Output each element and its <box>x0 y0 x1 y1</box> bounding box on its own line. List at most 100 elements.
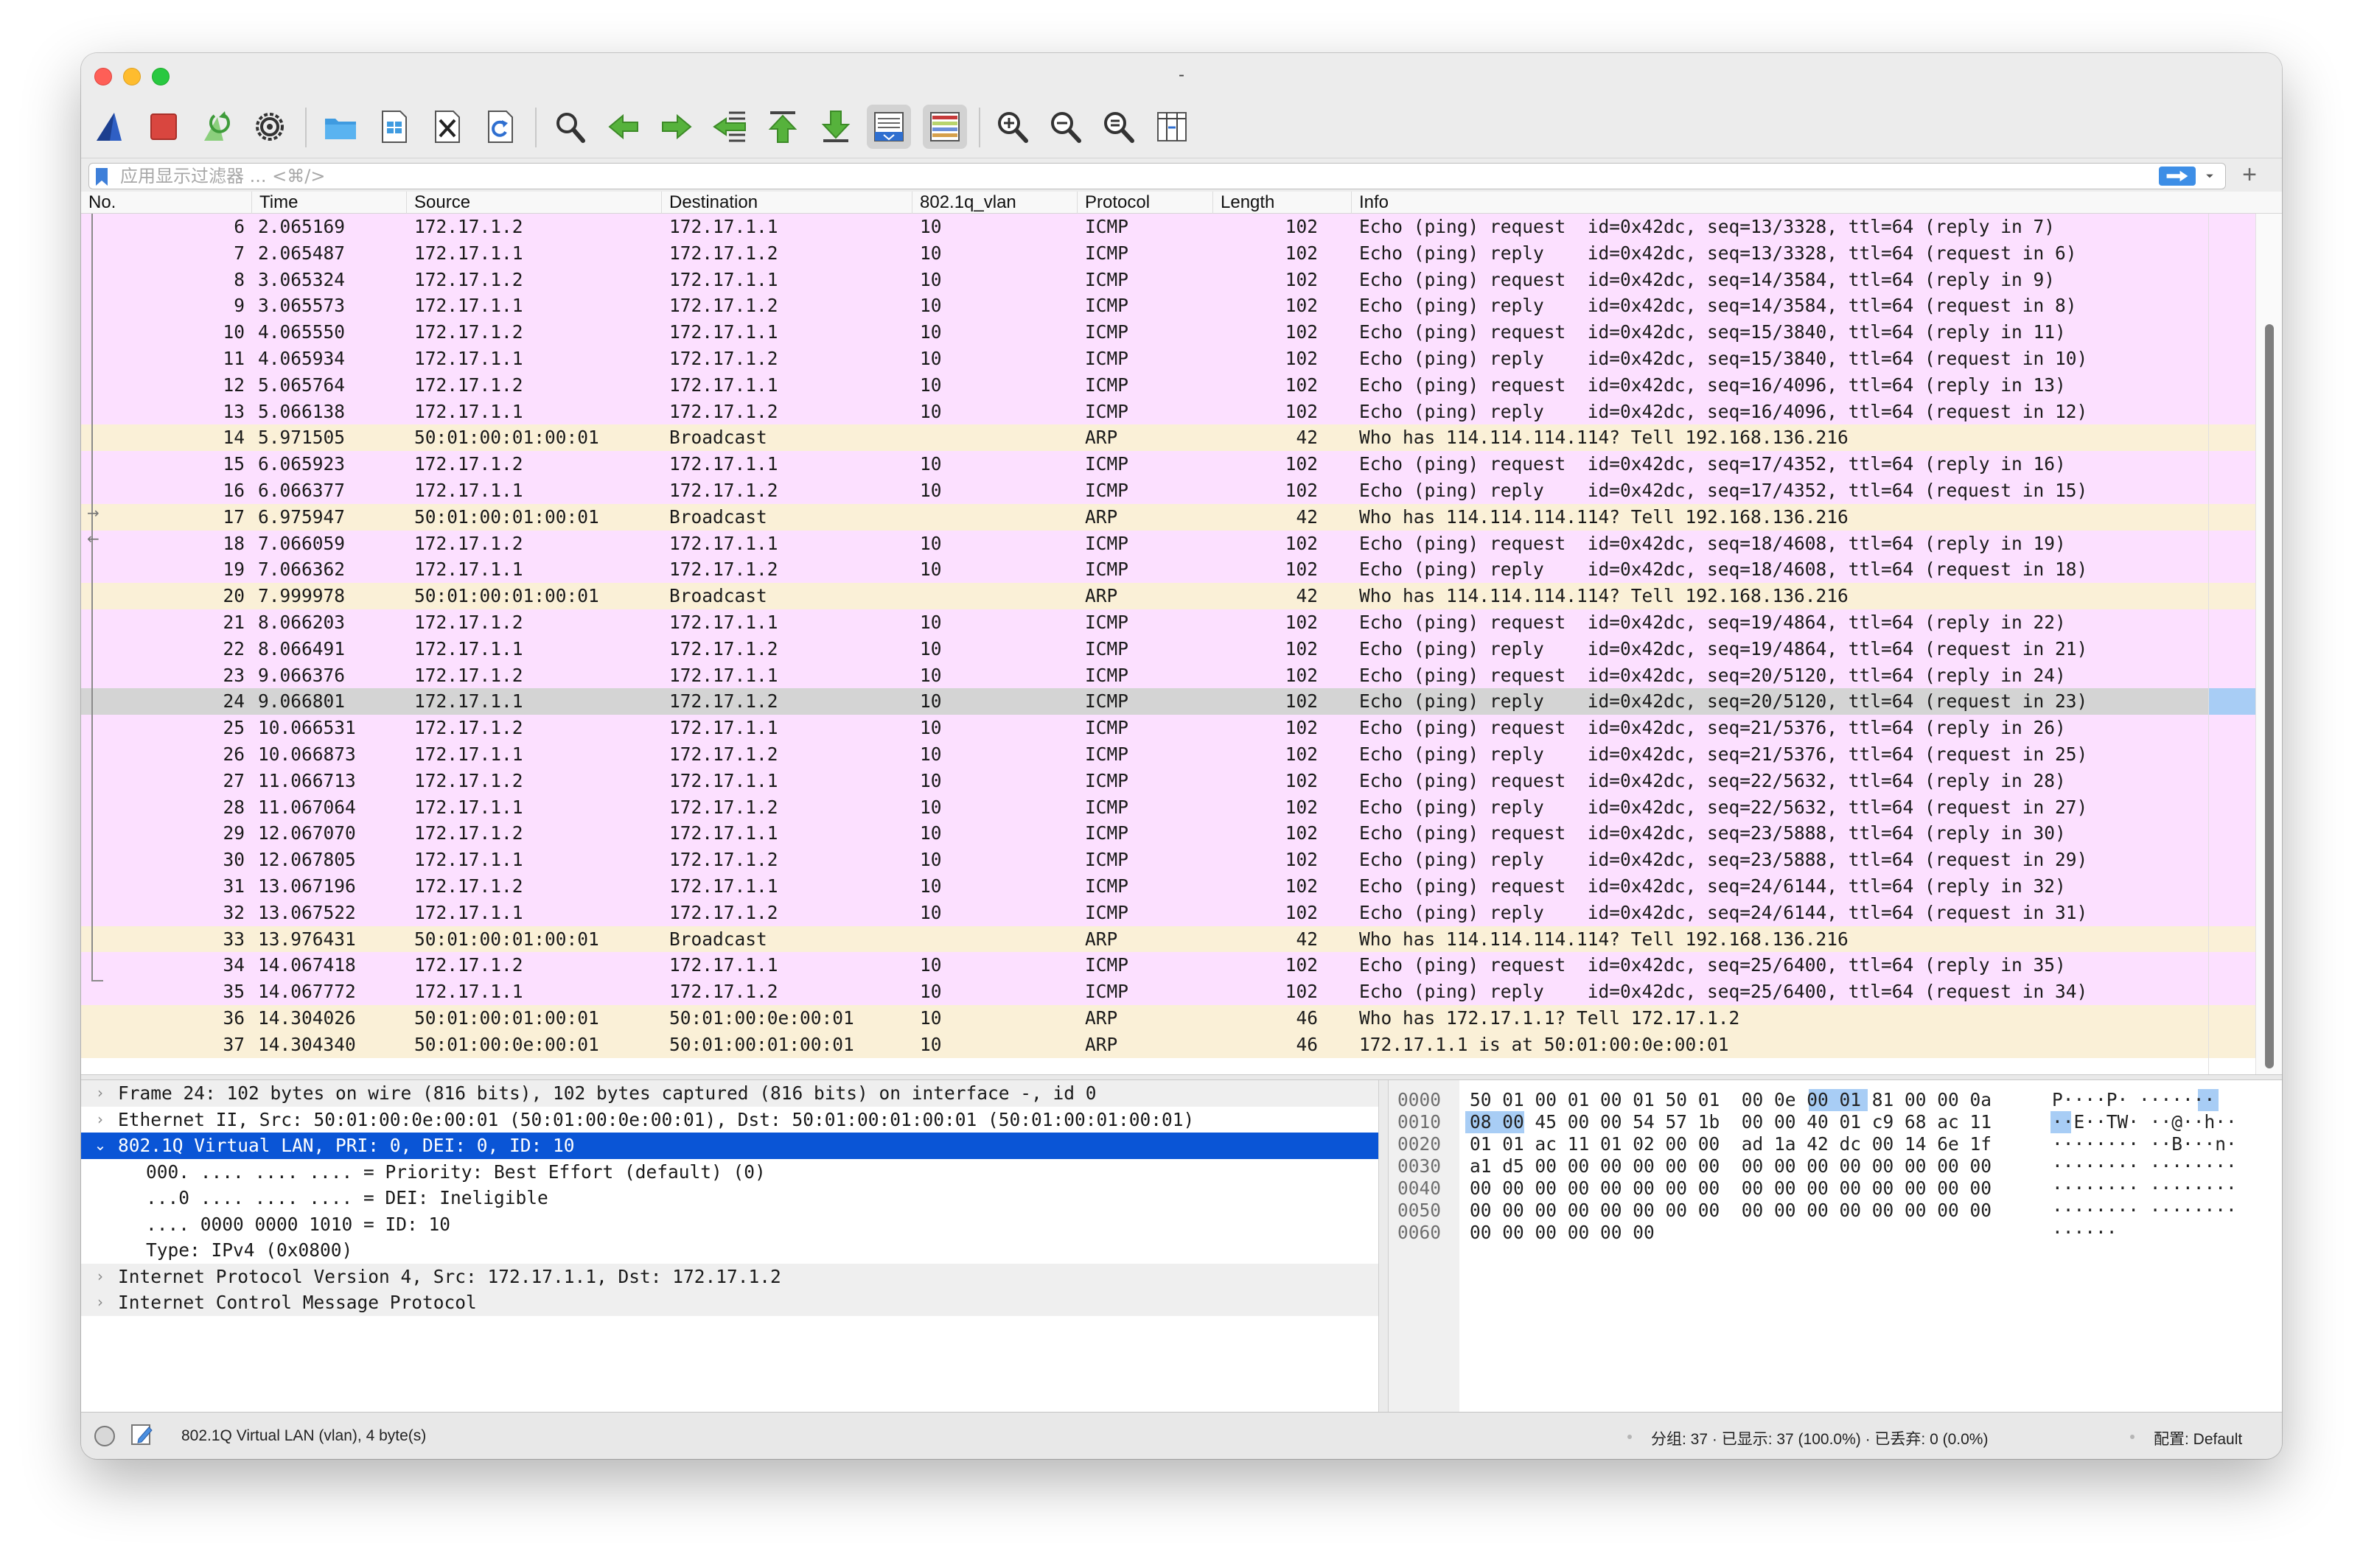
hex-bytes[interactable]: a1 d5 00 00 00 00 00 00 00 00 00 00 00 0… <box>1470 1155 1992 1177</box>
detail-field[interactable]: ...0 .... .... .... = DEI: Ineligible <box>81 1185 1378 1211</box>
colorize-icon[interactable] <box>923 105 967 149</box>
bookmark-icon[interactable] <box>94 167 110 186</box>
detail-field[interactable]: Type: IPv4 (0x0800) <box>81 1237 1378 1264</box>
ascii-bytes[interactable]: ······ <box>2052 1222 2118 1244</box>
add-filter-button-icon[interactable]: + <box>2235 160 2264 189</box>
packet-row[interactable]: 33 13.976431 50:01:00:01:00:01 Broadcast ARP… <box>81 925 2208 953</box>
chevron-right-icon[interactable]: › <box>91 1289 109 1316</box>
scrollbar-thumb[interactable] <box>2265 324 2274 1068</box>
packet-row[interactable]: 22 8.066491 172.17.1.1 172.17.1.2 10 ICMP 102 E… <box>81 635 2208 662</box>
pane-splitter-vertical[interactable] <box>1378 1080 1389 1412</box>
edit-comment-icon[interactable] <box>130 1423 153 1446</box>
apply-filter-button[interactable] <box>2159 167 2196 186</box>
packet-row[interactable]: 25 10.066531 172.17.1.2 172.17.1.1 10 ICMP 102… <box>81 715 2208 741</box>
ascii-bytes[interactable]: ··E··TW· ··@··h·· <box>2052 1111 2237 1133</box>
hex-bytes[interactable]: 00 00 00 00 00 00 00 00 00 00 00 00 00 0… <box>1470 1177 1992 1200</box>
packet-minimap[interactable] <box>2208 214 2256 1098</box>
column-header-protocol[interactable]: Protocol <box>1078 192 1213 214</box>
pane-splitter[interactable] <box>81 1074 2282 1080</box>
column-header-source[interactable]: Source <box>407 192 662 214</box>
packet-row[interactable]: 8 3.065324 172.17.1.2 172.17.1.1 10 ICMP 102 Ec… <box>81 266 2208 293</box>
packet-row[interactable]: 30 12.067805 172.17.1.1 172.17.1.2 10 ICMP 102… <box>81 847 2208 873</box>
packet-row[interactable]: 18 7.066059 172.17.1.2 172.17.1.1 10 ICMP 102 E… <box>81 530 2208 557</box>
chevron-right-icon[interactable]: › <box>91 1107 109 1133</box>
packet-row[interactable]: 32 13.067522 172.17.1.1 172.17.1.2 10 ICMP 102… <box>81 899 2208 926</box>
packet-row[interactable]: 7 2.065487 172.17.1.1 172.17.1.2 10 ICMP 102 Ec… <box>81 239 2208 267</box>
packet-row[interactable]: 9 3.065573 172.17.1.1 172.17.1.2 10 ICMP 102 Ec… <box>81 293 2208 320</box>
ascii-bytes[interactable]: ········ ········ <box>2052 1177 2237 1200</box>
column-header-vlan[interactable]: 802.1q_vlan <box>912 192 1078 214</box>
packet-row[interactable]: 20 7.999978 50:01:00:01:00:01 Broadcast ARP 4… <box>81 583 2208 609</box>
chevron-right-icon[interactable]: › <box>91 1264 109 1290</box>
close-file-icon[interactable] <box>425 105 469 149</box>
ascii-bytes[interactable]: P····P· ······· <box>2052 1089 2215 1111</box>
packet-row[interactable]: 14 5.971505 50:01:00:01:00:01 Broadcast ARP 4… <box>81 424 2208 452</box>
detail-protocol-node[interactable]: ⌄ 802.1Q Virtual LAN, PRI: 0, DEI: 0, ID:… <box>81 1133 1378 1159</box>
packet-row[interactable]: 34 14.067418 172.17.1.2 172.17.1.1 10 ICMP 102… <box>81 952 2208 979</box>
stop-capture-icon[interactable] <box>142 105 186 149</box>
packet-row[interactable]: 26 10.066873 172.17.1.1 172.17.1.2 10 ICMP 102… <box>81 741 2208 768</box>
packet-row[interactable]: 17 6.975947 50:01:00:01:00:01 Broadcast ARP 4… <box>81 503 2208 531</box>
expert-info-status-icon[interactable] <box>94 1426 115 1446</box>
hex-bytes[interactable]: 00 00 00 00 00 00 <box>1470 1222 1655 1244</box>
restart-capture-icon[interactable] <box>195 105 239 149</box>
column-header-info[interactable]: Info <box>1352 192 2282 214</box>
go-first-icon[interactable] <box>761 105 805 149</box>
column-header-time[interactable]: Time <box>252 192 407 214</box>
zoom-out-icon[interactable] <box>1044 105 1088 149</box>
packet-row-selected[interactable]: 24 9.066801 172.17.1.1 172.17.1.2 10 ICMP 102 E… <box>81 688 2208 715</box>
detail-protocol-node[interactable]: › Internet Protocol Version 4, Src: 172.1… <box>81 1263 1378 1290</box>
save-file-icon[interactable] <box>371 105 416 149</box>
profile-selector[interactable]: 配置: Default <box>2154 1427 2242 1449</box>
packet-row[interactable]: 13 5.066138 172.17.1.1 172.17.1.2 10 ICMP 102 E… <box>81 398 2208 425</box>
display-filter-input[interactable] <box>120 164 2169 188</box>
column-header-destination[interactable]: Destination <box>662 192 912 214</box>
detail-protocol-node[interactable]: › Frame 24: 102 bytes on wire (816 bits),… <box>81 1080 1378 1107</box>
go-last-icon[interactable] <box>814 105 858 149</box>
packet-row[interactable]: 36 14.304026 50:01:00:01:00:01 50:01:00:0e:… <box>81 1005 2208 1032</box>
ascii-bytes[interactable]: ········ ········ <box>2052 1200 2237 1222</box>
packet-row[interactable]: 37 14.304340 50:01:00:0e:00:01 50:01:00:01:… <box>81 1031 2208 1058</box>
packet-row[interactable]: 28 11.067064 172.17.1.1 172.17.1.2 10 ICMP 102… <box>81 794 2208 821</box>
detail-field[interactable]: .... 0000 0000 1010 = ID: 10 <box>81 1211 1378 1238</box>
hex-bytes[interactable]: 01 01 ac 11 01 02 00 00 ad 1a 42 dc 00 1… <box>1470 1133 1992 1155</box>
hex-bytes[interactable]: 50 01 00 01 00 01 50 01 00 0e 00 01 81 0… <box>1470 1089 1992 1111</box>
ascii-bytes[interactable]: ········ ··B···n· <box>2052 1133 2237 1155</box>
autoscroll-icon[interactable] <box>867 105 911 149</box>
column-header-no[interactable]: No. <box>81 192 252 214</box>
packet-row[interactable]: 16 6.066377 172.17.1.1 172.17.1.2 10 ICMP 102 E… <box>81 477 2208 504</box>
packet-list-scrollbar[interactable] <box>2255 214 2282 1098</box>
detail-protocol-node[interactable]: › Internet Control Message Protocol <box>81 1289 1378 1316</box>
hex-bytes[interactable]: 00 00 00 00 00 00 00 00 00 00 00 00 00 0… <box>1470 1200 1992 1222</box>
packet-row[interactable]: 23 9.066376 172.17.1.2 172.17.1.1 10 ICMP 102 E… <box>81 662 2208 689</box>
go-to-packet-icon[interactable] <box>708 105 752 149</box>
capture-options-icon[interactable] <box>248 105 292 149</box>
packet-row[interactable]: 21 8.066203 172.17.1.2 172.17.1.1 10 ICMP 102 E… <box>81 609 2208 636</box>
detail-field[interactable]: 000. .... .... .... = Priority: Best Eff… <box>81 1159 1378 1186</box>
shark-fin-start-icon[interactable] <box>88 105 133 149</box>
hex-bytes[interactable]: 08 00 45 00 00 54 57 1b 00 00 40 01 c9 6… <box>1470 1111 1992 1133</box>
packet-row[interactable]: 10 4.065550 172.17.1.2 172.17.1.1 10 ICMP 102 E… <box>81 319 2208 346</box>
column-header-length[interactable]: Length <box>1213 192 1352 214</box>
chevron-down-icon[interactable]: ⌄ <box>91 1133 109 1159</box>
ascii-bytes[interactable]: ········ ········ <box>2052 1155 2237 1177</box>
go-back-icon[interactable] <box>601 105 646 149</box>
packet-row[interactable]: 35 14.067772 172.17.1.1 172.17.1.2 10 ICMP 102… <box>81 979 2208 1005</box>
filter-history-dropdown[interactable] <box>2200 167 2219 186</box>
packet-row[interactable]: 15 6.065923 172.17.1.2 172.17.1.1 10 ICMP 102 E… <box>81 451 2208 477</box>
packet-row[interactable]: 29 12.067070 172.17.1.2 172.17.1.1 10 ICMP 102… <box>81 820 2208 847</box>
go-forward-icon[interactable] <box>655 105 699 149</box>
packet-row[interactable]: 12 5.065764 172.17.1.2 172.17.1.1 10 ICMP 102 E… <box>81 371 2208 399</box>
zoom-in-icon[interactable] <box>991 105 1035 149</box>
packet-row[interactable]: 6 2.065169 172.17.1.2 172.17.1.1 10 ICMP 102 Ec… <box>81 214 2208 240</box>
packet-row[interactable]: 11 4.065934 172.17.1.1 172.17.1.2 10 ICMP 102 E… <box>81 346 2208 372</box>
packet-row[interactable]: 31 13.067196 172.17.1.2 172.17.1.1 10 ICMP 102… <box>81 873 2208 900</box>
packet-row[interactable]: 27 11.066713 172.17.1.2 172.17.1.1 10 ICMP 102… <box>81 767 2208 794</box>
zoom-reset-icon[interactable] <box>1097 105 1141 149</box>
chevron-right-icon[interactable]: › <box>91 1080 109 1107</box>
resize-columns-icon[interactable] <box>1150 105 1194 149</box>
reload-file-icon[interactable] <box>478 105 522 149</box>
find-packet-icon[interactable] <box>548 105 593 149</box>
packet-row[interactable]: 19 7.066362 172.17.1.1 172.17.1.2 10 ICMP 102 E… <box>81 556 2208 584</box>
detail-protocol-node[interactable]: › Ethernet II, Src: 50:01:00:0e:00:01 (50… <box>81 1107 1378 1133</box>
